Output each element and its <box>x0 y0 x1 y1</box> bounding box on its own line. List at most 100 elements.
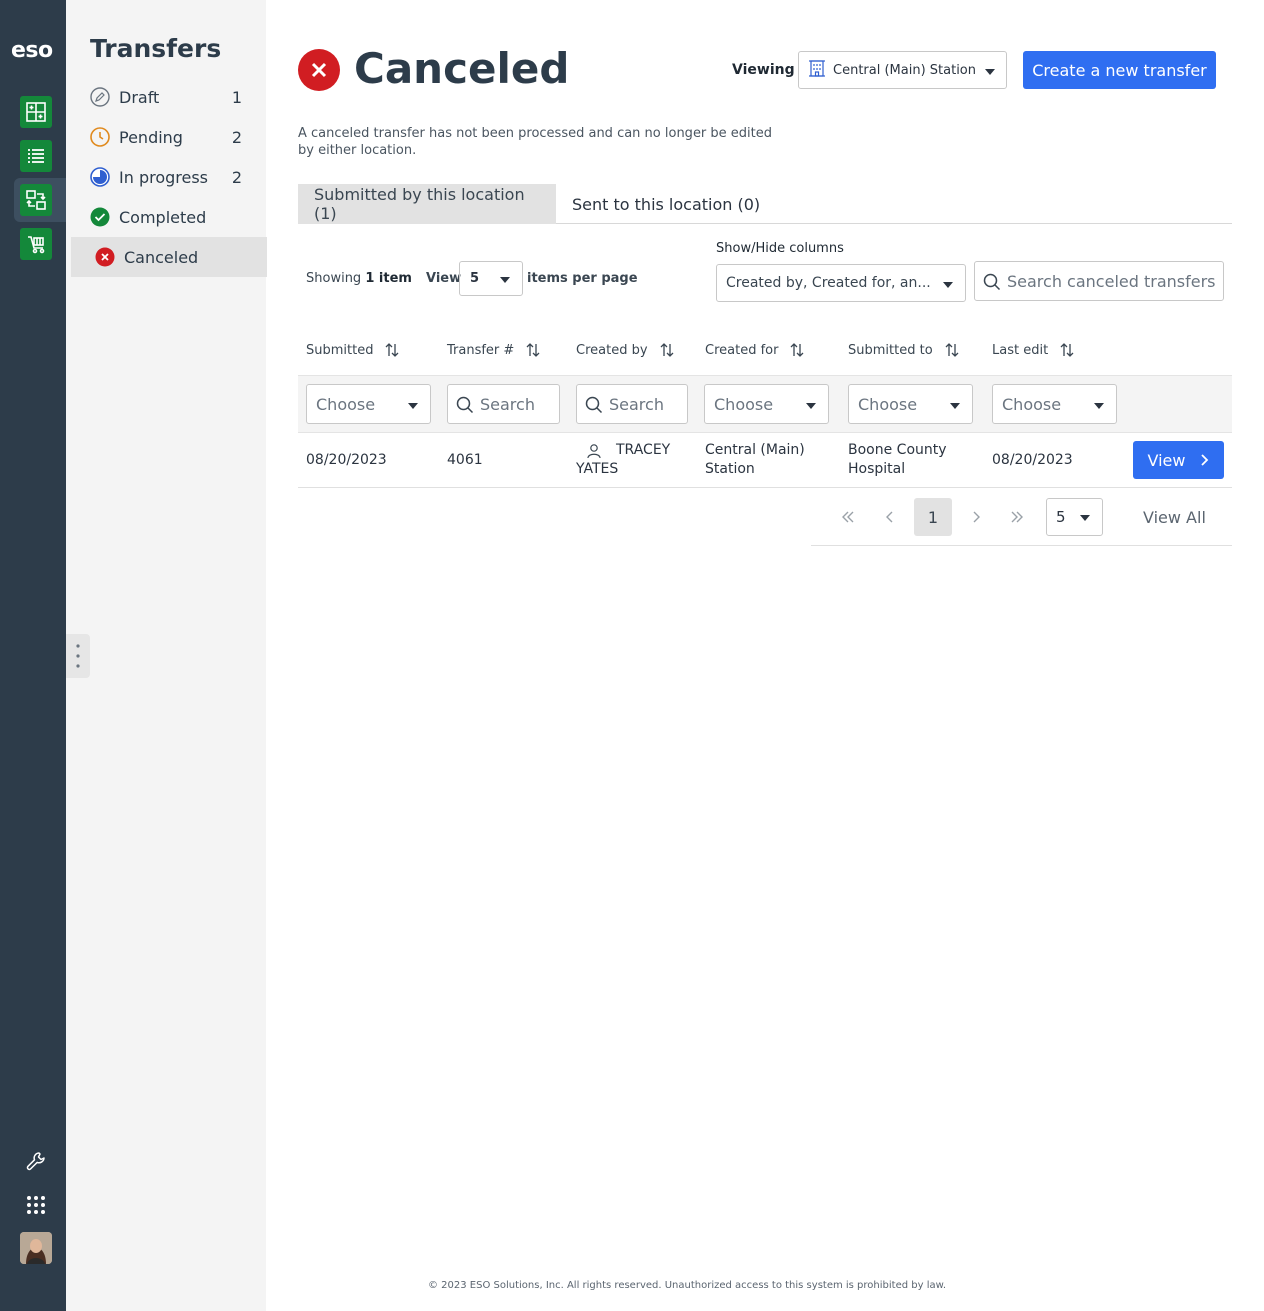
wrench-icon[interactable] <box>22 1147 50 1175</box>
next-page-icon[interactable] <box>963 498 989 536</box>
search-icon <box>585 396 603 418</box>
user-avatar[interactable] <box>20 1232 52 1264</box>
sidebar-collapse-handle[interactable] <box>66 634 90 678</box>
filter-placeholder: Choose <box>1002 394 1062 414</box>
chevron-down-icon <box>1094 403 1104 409</box>
viewing-label: Viewing <box>732 62 795 78</box>
filter-submitted-select[interactable]: Choose <box>306 384 431 424</box>
main-content: Canceled Viewing Central (Main) Station … <box>266 0 1264 1311</box>
column-header-label: Created by <box>576 342 648 358</box>
transfers-icon[interactable] <box>20 184 52 216</box>
page-description: A canceled transfer has not been process… <box>298 126 773 158</box>
sort-icon <box>660 343 673 357</box>
dashboard-grid-icon[interactable] <box>20 96 52 128</box>
cell-submitted-to: Boone County Hospital <box>848 441 978 479</box>
eso-logo[interactable]: eso <box>11 38 53 63</box>
create-transfer-button[interactable]: Create a new transfer <box>1023 51 1216 89</box>
show-hide-columns-label: Show/Hide columns <box>716 241 844 256</box>
chevron-down-icon <box>1080 515 1090 521</box>
clock-icon <box>90 127 110 147</box>
first-page-icon[interactable] <box>835 498 861 536</box>
created-for-line2: Station <box>705 461 755 477</box>
apps-grid-icon[interactable] <box>22 1191 50 1219</box>
filter-placeholder: Choose <box>714 394 774 414</box>
sort-icon <box>526 343 540 357</box>
station-select[interactable]: Central (Main) Station <box>798 51 1007 89</box>
search-canceled-transfers-input[interactable]: Search canceled transfers <box>974 261 1224 301</box>
building-icon <box>809 59 825 81</box>
person-icon <box>587 443 601 458</box>
list-icon[interactable] <box>20 140 52 172</box>
column-header-label: Submitted to <box>848 342 933 358</box>
pencil-circle-icon <box>90 87 110 107</box>
created-by-first: TRACEY <box>616 442 671 458</box>
cart-icon[interactable] <box>20 228 52 260</box>
filter-placeholder: Search <box>480 394 535 414</box>
chevron-down-icon <box>985 69 995 75</box>
view-button-label: View <box>1147 450 1186 470</box>
sort-icon <box>945 343 959 357</box>
filter-placeholder: Search <box>609 394 664 414</box>
chevron-down-icon <box>806 403 816 409</box>
showing-prefix: Showing <box>306 271 362 286</box>
sidebar-item-label: Completed <box>119 207 207 227</box>
chevron-down-icon <box>950 403 960 409</box>
showing-value: 1 item <box>365 271 412 286</box>
column-header-created-for[interactable]: Created for <box>705 342 804 358</box>
view-transfer-button[interactable]: View <box>1133 441 1224 479</box>
filter-created-for-select[interactable]: Choose <box>704 384 829 424</box>
sort-icon <box>386 343 399 357</box>
sidebar-item-label: Canceled <box>124 247 199 267</box>
search-placeholder: Search canceled transfers <box>1007 271 1216 291</box>
columns-select-value: Created by, Created for, an... <box>726 275 931 291</box>
sort-icon <box>1060 343 1074 357</box>
created-for-line1: Central (Main) <box>705 442 805 458</box>
view-all-link[interactable]: View All <box>1143 498 1206 536</box>
chevron-down-icon <box>500 277 510 283</box>
chevron-down-icon <box>408 403 418 409</box>
filter-created-by-input[interactable]: Search <box>576 384 688 424</box>
showing-count: Showing 1 item <box>306 271 412 286</box>
sidebar-item-canceled[interactable]: Canceled <box>71 237 267 277</box>
previous-page-icon[interactable] <box>877 498 903 536</box>
column-header-transfer-number[interactable]: Transfer # <box>447 342 540 358</box>
items-per-page-value: 5 <box>470 271 480 286</box>
page-size-select[interactable]: 5 <box>1046 498 1103 536</box>
sidebar-item-pending[interactable]: Pending 2 <box>70 117 266 157</box>
filter-last-edit-select[interactable]: Choose <box>992 384 1117 424</box>
last-page-icon[interactable] <box>1004 498 1030 536</box>
sidebar-item-in-progress[interactable]: In progress 2 <box>70 157 266 197</box>
sort-icon <box>791 343 804 357</box>
filter-submitted-to-select[interactable]: Choose <box>848 384 973 424</box>
column-header-submitted-to[interactable]: Submitted to <box>848 342 959 358</box>
copyright-footer: © 2023 ESO Solutions, Inc. All rights re… <box>428 1280 947 1291</box>
filter-placeholder: Choose <box>316 394 376 414</box>
sidebar-item-completed[interactable]: Completed <box>70 197 266 237</box>
cell-created-by: TRACEY YATES <box>576 441 686 479</box>
tab-submitted-by-this-location[interactable]: Submitted by this location (1) <box>298 184 556 224</box>
submitted-to-line2: Hospital <box>848 461 906 477</box>
cell-last-edit: 08/20/2023 <box>992 452 1073 468</box>
filter-transfer-number-input[interactable]: Search <box>447 384 560 424</box>
sidebar-item-draft[interactable]: Draft 1 <box>70 77 266 117</box>
created-by-last: YATES <box>576 461 619 477</box>
sidebar-item-label: In progress <box>119 167 209 187</box>
chevron-down-icon <box>943 282 953 288</box>
show-hide-columns-select[interactable]: Created by, Created for, an... <box>716 264 966 302</box>
search-icon <box>983 273 1001 295</box>
column-header-last-edit[interactable]: Last edit <box>992 342 1074 358</box>
sidebar-item-count: 1 <box>231 87 242 107</box>
column-header-label: Last edit <box>992 342 1049 358</box>
check-circle-icon <box>90 207 110 227</box>
items-per-page-select[interactable]: 5 <box>459 261 523 296</box>
x-circle-icon <box>95 247 115 267</box>
column-header-created-by[interactable]: Created by <box>576 342 674 358</box>
column-header-submitted[interactable]: Submitted <box>306 342 399 358</box>
column-header-label: Created for <box>705 342 779 358</box>
page-1-button[interactable]: 1 <box>914 498 952 536</box>
canceled-x-icon <box>298 49 340 91</box>
sidebar-item-label: Draft <box>119 87 160 107</box>
cell-transfer-number: 4061 <box>447 452 483 468</box>
tab-sent-to-this-location[interactable]: Sent to this location (0) <box>556 184 776 224</box>
page-title: Canceled <box>354 44 570 93</box>
